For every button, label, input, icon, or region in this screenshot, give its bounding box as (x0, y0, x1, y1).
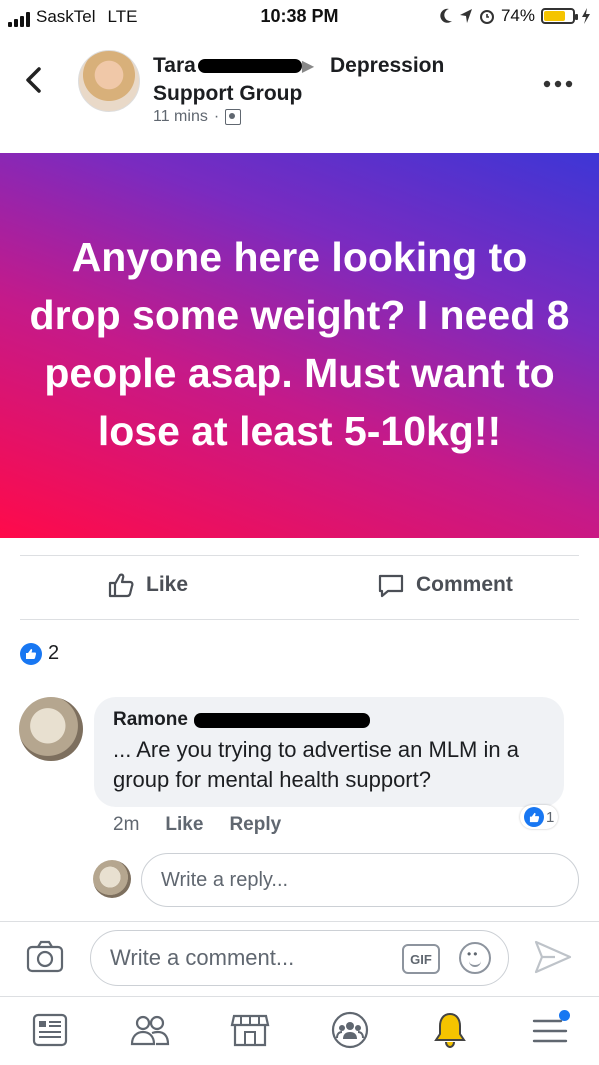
status-bar: SaskTel LTE 10:38 PM 74% (0, 0, 599, 34)
post-meta: 11 mins · (153, 108, 242, 126)
redaction-bar (193, 712, 370, 728)
post-title: Tara ▶ Depression Support Group (153, 52, 493, 107)
reply-avatar (93, 860, 131, 898)
comment-label: Comment (416, 573, 513, 596)
battery-percent: 74% (500, 6, 535, 25)
post-background-banner: Anyone here looking to drop some weight?… (0, 153, 599, 538)
like-label: Like (146, 573, 189, 596)
comment-time: 2m (113, 814, 140, 835)
nav-notifications[interactable] (430, 1010, 470, 1050)
comment-author-row: Ramone (113, 709, 564, 731)
camera-icon (26, 940, 64, 973)
like-reaction-icon (20, 642, 42, 665)
status-right: 74% (439, 6, 591, 26)
nav-groups[interactable] (330, 1010, 370, 1050)
nav-menu[interactable] (530, 1010, 570, 1050)
alarm-icon (479, 10, 494, 24)
redaction-bar (197, 59, 302, 74)
more-options-button[interactable] (543, 68, 573, 94)
reaction-summary[interactable]: 2 (20, 642, 59, 665)
gif-label: GIF (410, 951, 432, 967)
like-reaction-icon (524, 807, 544, 827)
divider-top (20, 555, 579, 556)
location-icon (459, 9, 472, 23)
nav-news-feed[interactable] (30, 1010, 70, 1050)
comment-reaction-count[interactable]: 1 (520, 805, 559, 829)
composer-divider (0, 921, 599, 922)
send-button[interactable] (533, 939, 573, 980)
speech-bubble-icon (378, 574, 404, 598)
friends-icon (130, 1015, 170, 1046)
emoji-icon[interactable] (459, 942, 491, 974)
comment-text: ... Are you trying to advertise an MLM i… (113, 737, 519, 792)
comment-reply-button[interactable]: Reply (229, 814, 281, 836)
groups-icon (331, 1011, 369, 1049)
group-privacy-icon (225, 109, 242, 125)
news-feed-icon (32, 1013, 68, 1047)
like-button[interactable]: Like (106, 570, 188, 600)
comment-like-button[interactable]: Like (165, 814, 203, 836)
comment-bubble: Ramone ... Are you trying to advertise a… (94, 697, 564, 807)
divider-bottom (20, 619, 579, 620)
reply-input[interactable]: Write a reply... (141, 853, 579, 907)
nav-friends[interactable] (130, 1010, 170, 1050)
marketplace-icon (230, 1014, 270, 1047)
moon-icon (440, 8, 452, 23)
arrow-right-icon: ▶ (301, 57, 315, 75)
reply-placeholder: Write a reply... (161, 868, 289, 891)
comment-placeholder: Write a comment... (110, 945, 295, 970)
post-text: Anyone here looking to drop some weight?… (29, 233, 570, 454)
comment-input[interactable]: Write a comment... GIF (90, 930, 509, 986)
comment-button[interactable]: Comment (376, 570, 513, 600)
back-button[interactable] (24, 66, 42, 100)
send-icon (534, 940, 572, 974)
reaction-count: 2 (48, 642, 60, 664)
group-name-line-2[interactable]: Support Group (153, 82, 302, 105)
camera-button[interactable] (26, 940, 64, 979)
nav-marketplace[interactable] (230, 1010, 270, 1050)
comment-like-count: 1 (546, 808, 555, 826)
ellipsis-icon (543, 80, 573, 88)
menu-notification-dot (559, 1010, 570, 1021)
group-name[interactable]: Depression (330, 54, 444, 77)
author-avatar[interactable] (78, 50, 140, 112)
gif-button[interactable]: GIF (402, 944, 440, 974)
author-name[interactable]: Tara (153, 54, 196, 77)
commenter-avatar[interactable] (19, 697, 83, 761)
notifications-icon (434, 1012, 466, 1049)
meta-separator: · (213, 108, 220, 125)
bottom-nav-divider (0, 996, 599, 997)
comment-meta: 2m Like Reply (113, 814, 281, 836)
thumbs-up-icon (108, 573, 134, 598)
chevron-left-icon (26, 67, 41, 93)
charging-icon (582, 8, 590, 24)
battery-fill (544, 11, 565, 21)
battery-icon (541, 8, 578, 24)
comment-author[interactable]: Ramone (113, 709, 188, 731)
post-timestamp[interactable]: 11 mins (153, 108, 208, 126)
